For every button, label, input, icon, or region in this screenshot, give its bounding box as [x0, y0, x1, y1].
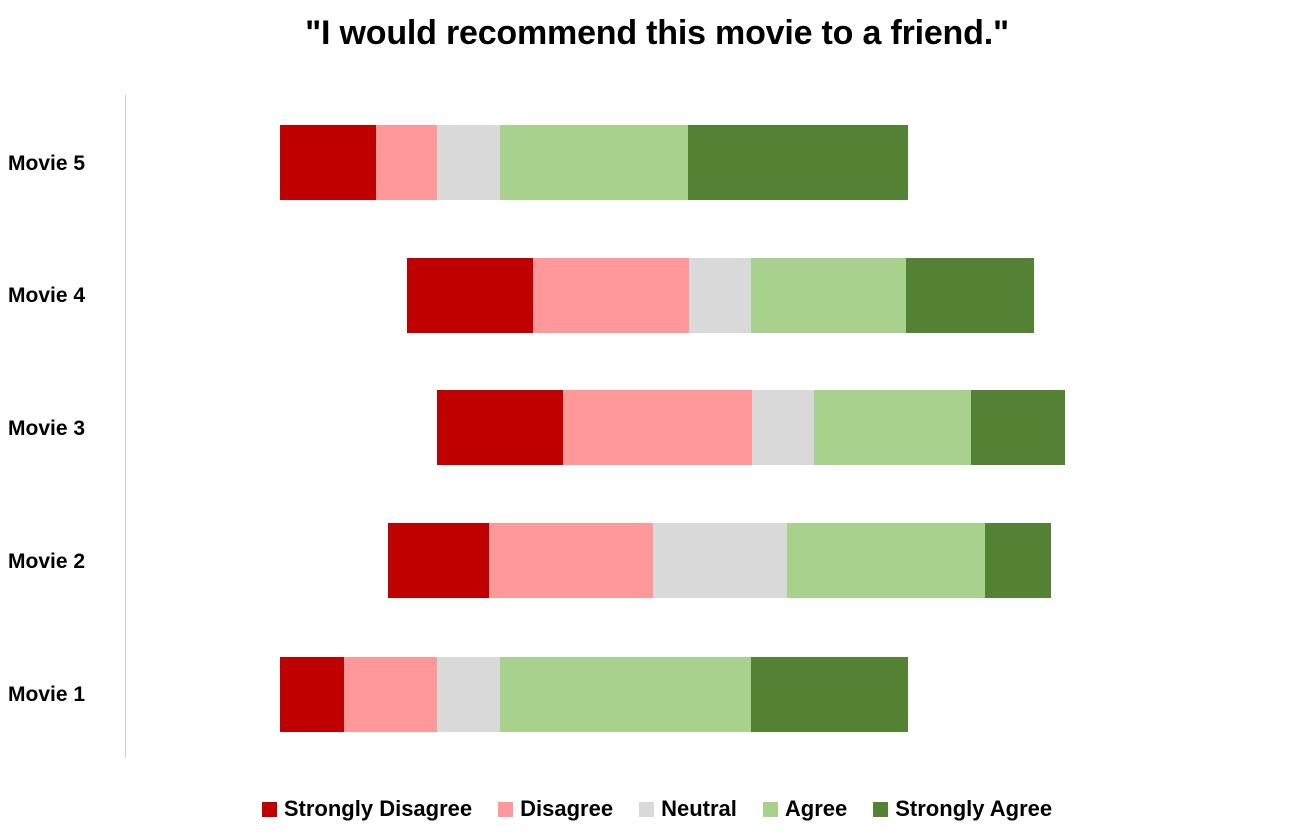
bar-segment-strongly-agree[interactable]: [688, 125, 908, 200]
bar-segment-agree[interactable]: [787, 523, 985, 598]
bar-segment-agree[interactable]: [814, 390, 971, 465]
bar-segment-strongly-disagree[interactable]: [437, 390, 563, 465]
legend-item-agree[interactable]: Agree: [762, 796, 848, 821]
legend-item-neutral[interactable]: Neutral: [639, 798, 737, 820]
bar-segment-neutral[interactable]: [653, 523, 787, 598]
bar-segment-neutral[interactable]: [437, 125, 500, 200]
y-axis-label-movie-3: Movie 3: [8, 417, 86, 440]
bar-segment-strongly-disagree[interactable]: [280, 125, 376, 200]
bar-row-movie-3: [437, 390, 1065, 465]
legend-swatch-icon: [639, 801, 655, 817]
legend-swatch-icon: [261, 801, 277, 817]
bar-segment-disagree[interactable]: [533, 258, 689, 333]
bar-segment-neutral[interactable]: [689, 258, 751, 333]
legend-item-disagree[interactable]: Disagree: [498, 798, 613, 820]
bar-segment-disagree[interactable]: [489, 523, 653, 598]
y-axis-label-movie-2: Movie 2: [8, 550, 86, 573]
bar-segment-strongly-disagree[interactable]: [407, 258, 533, 333]
y-axis-label-movie-4: Movie 4: [8, 284, 86, 307]
plot-area: Movie 5 Movie 4 Movie 3 Movie 2 Movie 1: [0, 0, 1314, 780]
bar-row-movie-4: [407, 258, 1034, 333]
bar-row-movie-2: [388, 523, 1051, 598]
y-axis-line: [125, 95, 126, 758]
bar-segment-strongly-disagree[interactable]: [280, 657, 344, 732]
legend-label: Strongly Agree: [895, 796, 1053, 821]
likert-stacked-bar-chart: "I would recommend this movie to a frien…: [0, 0, 1314, 832]
bar-segment-strongly-agree[interactable]: [985, 523, 1051, 598]
bar-segment-strongly-agree[interactable]: [751, 657, 908, 732]
bar-segment-disagree[interactable]: [563, 390, 752, 465]
legend-item-strongly-agree[interactable]: Strongly Agree: [873, 798, 1052, 820]
y-axis-label-movie-5: Movie 5: [8, 152, 86, 175]
bar-segment-strongly-agree[interactable]: [906, 258, 1034, 333]
bar-row-movie-1: [280, 657, 908, 732]
bar-segment-disagree[interactable]: [344, 657, 437, 732]
bar-segment-agree[interactable]: [500, 125, 688, 200]
bar-row-movie-5: [280, 125, 908, 200]
legend-swatch-icon: [873, 801, 889, 817]
bar-segment-strongly-disagree[interactable]: [388, 523, 489, 598]
legend-swatch-icon: [762, 801, 778, 817]
chart-legend: Strongly Disagree Disagree Neutral Agree…: [0, 798, 1314, 820]
legend-swatch-icon: [498, 801, 514, 817]
legend-label: Strongly Disagree: [283, 796, 473, 821]
y-axis-label-movie-1: Movie 1: [8, 683, 86, 706]
bar-segment-disagree[interactable]: [376, 125, 437, 200]
bar-segment-agree[interactable]: [500, 657, 751, 732]
legend-label: Disagree: [520, 796, 614, 821]
bar-segment-strongly-agree[interactable]: [971, 390, 1065, 465]
bar-segment-agree[interactable]: [751, 258, 906, 333]
legend-label: Agree: [784, 796, 848, 821]
legend-item-strongly-disagree[interactable]: Strongly Disagree: [261, 796, 473, 821]
bar-segment-neutral[interactable]: [437, 657, 500, 732]
legend-label: Neutral: [661, 796, 737, 821]
bar-segment-neutral[interactable]: [752, 390, 814, 465]
